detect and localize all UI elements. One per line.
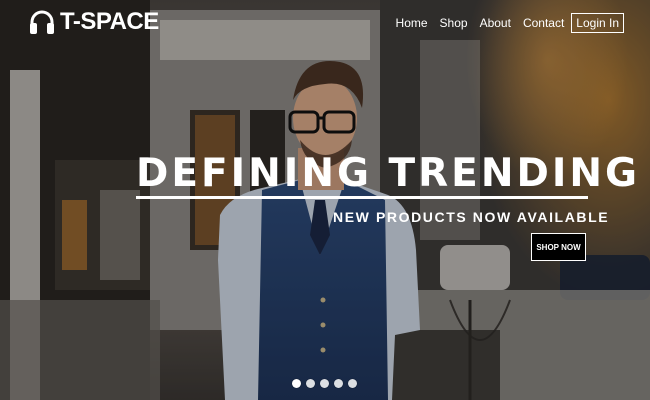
carousel-dot[interactable]	[348, 379, 357, 388]
hero-headline: DEFINING TRENDING	[136, 152, 637, 199]
brand-logo[interactable]: T-SPACE	[28, 8, 159, 36]
headphones-icon	[28, 8, 56, 36]
nav-link-home[interactable]: Home	[396, 15, 428, 31]
hero-subheadline: NEW PRODUCTS NOW AVAILABLE	[333, 209, 610, 225]
main-nav: Home Shop About Contact Login In	[384, 13, 624, 33]
carousel-dot[interactable]	[334, 379, 343, 388]
login-button[interactable]: Login In	[571, 13, 624, 33]
hero-banner	[0, 0, 650, 400]
hero-background-image	[0, 0, 650, 400]
carousel-indicators	[292, 379, 362, 388]
nav-link-about[interactable]: About	[480, 15, 511, 31]
nav-link-contact[interactable]: Contact	[523, 15, 564, 31]
carousel-dot[interactable]	[306, 379, 315, 388]
shop-now-button[interactable]: SHOP NOW	[531, 233, 586, 261]
carousel-dot[interactable]	[320, 379, 329, 388]
nav-link-shop[interactable]: Shop	[440, 15, 468, 31]
brand-name: T-SPACE	[60, 8, 159, 35]
carousel-dot[interactable]	[292, 379, 301, 388]
top-navbar: T-SPACE Home Shop About Contact Login In	[0, 0, 650, 44]
